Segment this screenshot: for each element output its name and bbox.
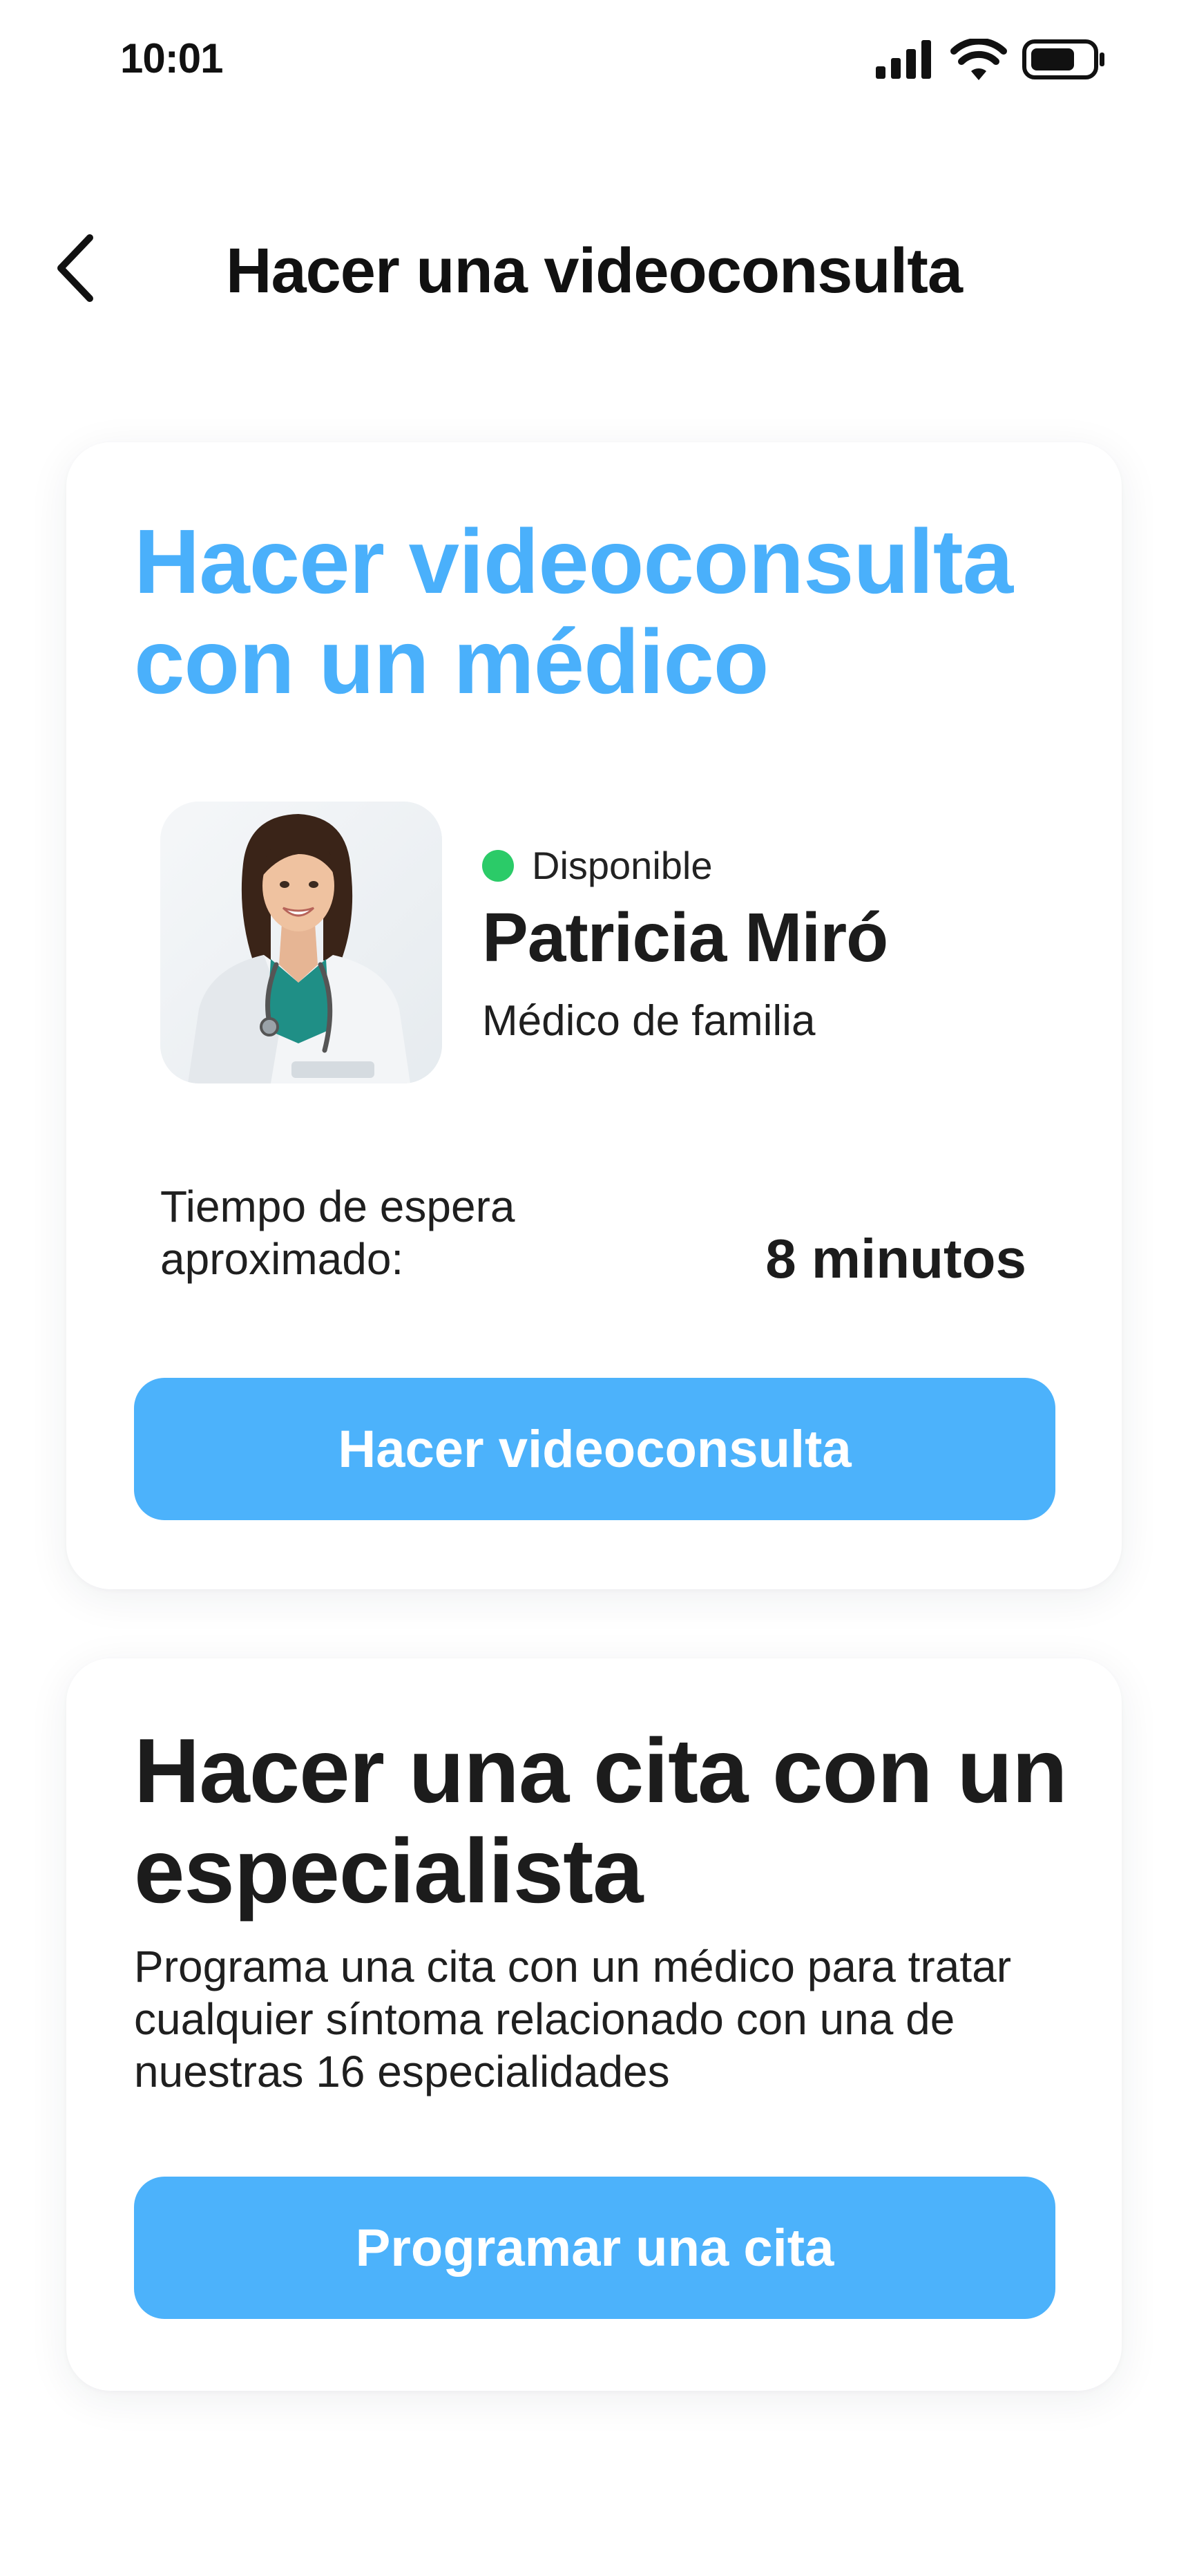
wait-time-label: Tiempo de espera aproximado:	[160, 1182, 515, 1284]
status-dot	[482, 849, 514, 882]
schedule-appointment-button[interactable]: Programar una cita	[134, 2177, 1055, 2319]
status-bar: 10:01	[0, 0, 1188, 124]
specialist-card-title: Hacer una cita con un especialista	[134, 1720, 1068, 1922]
doctor-profile: Disponible Patricia Miró Médico de famil…	[160, 802, 1058, 1092]
status-icons	[876, 37, 1105, 84]
status-time: 10:01	[120, 35, 223, 82]
doctor-specialty: Médico de familia	[482, 997, 816, 1045]
header: Hacer una videoconsulta	[0, 207, 1188, 332]
videoconsulta-card-title: Hacer videoconsulta con un médico	[134, 511, 1013, 712]
availability-label: Disponible	[532, 844, 713, 887]
specialist-card-description: Programa una cita con un médico para tra…	[134, 1942, 1011, 2096]
wait-time-value: 8 minutos	[765, 1228, 1026, 1289]
signal-icon	[876, 40, 935, 82]
doctor-photo	[160, 802, 442, 1083]
page-title: Hacer una videoconsulta	[226, 236, 963, 306]
start-videoconsulta-button[interactable]: Hacer videoconsulta	[134, 1378, 1055, 1520]
battery-icon	[1022, 39, 1105, 83]
doctor-name: Patricia Miró	[482, 899, 888, 976]
specialist-card: Hacer una cita con un especialista Progr…	[66, 1658, 1122, 2391]
videoconsulta-card: Hacer videoconsulta con un médico Dispon…	[66, 442, 1122, 1589]
availability-status: Disponible	[482, 843, 713, 888]
wifi-icon	[950, 37, 1007, 84]
